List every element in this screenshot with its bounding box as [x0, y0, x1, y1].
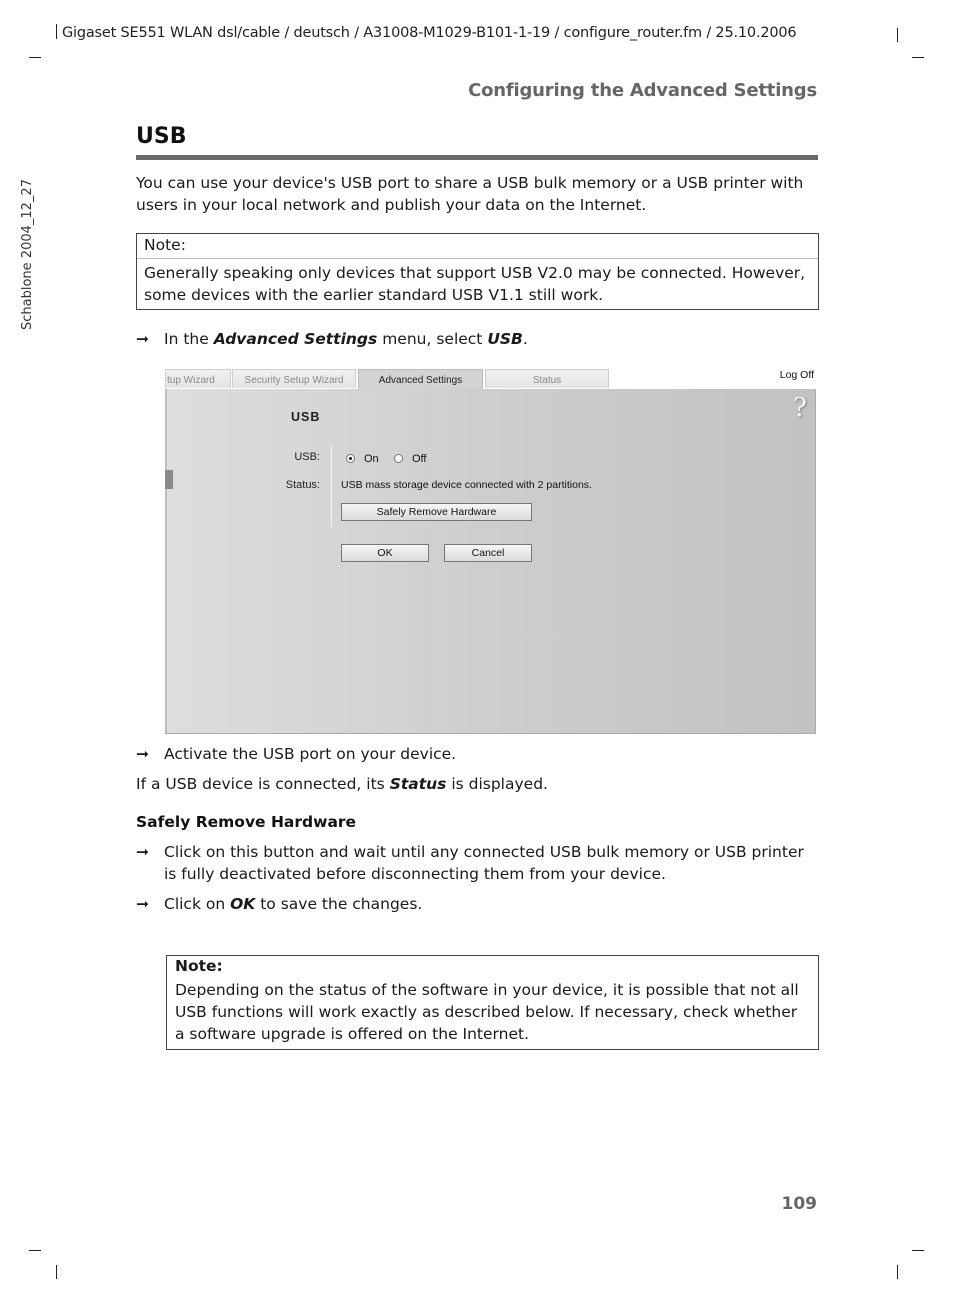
step-text-middle: menu, select: [377, 330, 488, 348]
safely-remove-hardware-button[interactable]: Safely Remove Hardware: [341, 503, 532, 521]
arrow-icon: ➞: [136, 843, 149, 861]
arrow-icon: ➞: [136, 895, 149, 913]
step-text: Click on OK to save the changes.: [164, 893, 818, 915]
intro-paragraph: You can use your device's USB port to sh…: [136, 174, 804, 214]
form-divider: [331, 445, 332, 527]
note-box-software: Note: Depending on the status of the sof…: [166, 955, 819, 1050]
subheading-safely-remove: Safely Remove Hardware: [136, 813, 357, 831]
running-header: Gigaset SE551 WLAN dsl/cable / deutsch /…: [56, 24, 797, 41]
status-label: Status:: [285, 479, 320, 491]
tab-bar: tup Wizard Security Setup Wizard Advance…: [165, 369, 816, 391]
note-text: Depending on the status of the software …: [175, 981, 799, 1043]
crop-mark: [897, 1265, 898, 1279]
tab-security-setup-wizard[interactable]: Security Setup Wizard: [232, 369, 356, 388]
title-rule: [136, 155, 818, 160]
log-off-link[interactable]: Log Off: [780, 369, 814, 381]
menu-scroll-handle[interactable]: [165, 470, 173, 489]
crop-mark: [29, 1250, 41, 1251]
tab-setup-wizard[interactable]: tup Wizard: [165, 369, 231, 388]
step-select-usb: ➞ In the Advanced Settings menu, select …: [136, 328, 818, 350]
status-emphasis: Status: [389, 775, 447, 793]
router-ui-screenshot: tup Wizard Security Setup Wizard Advance…: [165, 366, 816, 734]
step-click-ok: ➞ Click on OK to save the changes.: [136, 893, 818, 915]
step-text-suffix: to save the changes.: [255, 895, 423, 913]
step-text: Activate the USB port on your device.: [164, 745, 457, 763]
panel-left-edge: [165, 389, 167, 733]
usb-off-radio[interactable]: [394, 454, 403, 463]
page-title: USB: [136, 124, 187, 149]
menu-item-name: USB: [487, 330, 523, 348]
side-label: Schablone 2004_12_27: [20, 179, 35, 330]
step-text-prefix: In the: [164, 330, 214, 348]
usb-off-label[interactable]: Off: [412, 453, 426, 465]
step-text: Click on this button and wait until any …: [164, 843, 804, 883]
arrow-icon: ➞: [136, 330, 149, 348]
step-click-button: ➞ Click on this button and wait until an…: [136, 841, 818, 885]
step-text: In the Advanced Settings menu, select US…: [164, 328, 818, 350]
crop-mark: [897, 28, 898, 42]
step-activate-usb: ➞ Activate the USB port on your device.: [136, 743, 818, 765]
usb-label: USB:: [294, 451, 320, 463]
note-divider: [137, 258, 818, 259]
section-heading: Configuring the Advanced Settings: [468, 80, 817, 101]
settings-panel: ? USB USB: On Off Status: USB mass stora…: [165, 389, 816, 734]
arrow-icon: ➞: [136, 745, 149, 763]
header-bar: [56, 24, 57, 39]
usb-on-radio[interactable]: [346, 454, 355, 463]
step-text-prefix: Click on: [164, 895, 231, 913]
ok-button[interactable]: OK: [341, 544, 429, 562]
cancel-button[interactable]: Cancel: [444, 544, 532, 562]
tab-advanced-settings[interactable]: Advanced Settings: [358, 369, 483, 391]
crop-mark: [29, 57, 41, 58]
menu-name: Advanced Settings: [213, 330, 378, 348]
crop-mark: [912, 57, 924, 58]
note-label: Note:: [144, 236, 186, 254]
page-number: 109: [781, 1194, 818, 1214]
help-icon[interactable]: ?: [793, 393, 807, 423]
tab-status[interactable]: Status: [485, 369, 609, 388]
panel-title: USB: [291, 410, 321, 424]
note-box: Note: Generally speaking only devices th…: [136, 233, 819, 310]
status-text-prefix: If a USB device is connected, its: [136, 775, 390, 793]
running-header-text: Gigaset SE551 WLAN dsl/cable / deutsch /…: [62, 25, 797, 41]
crop-mark: [56, 1265, 57, 1279]
usb-on-label[interactable]: On: [364, 453, 379, 465]
status-value: USB mass storage device connected with 2…: [341, 479, 592, 491]
status-text-suffix: is displayed.: [446, 775, 548, 793]
status-paragraph: If a USB device is connected, its Status…: [136, 773, 818, 795]
crop-mark: [912, 1250, 924, 1251]
step-text-suffix: .: [522, 330, 528, 348]
note-label: Note:: [175, 957, 223, 975]
note-text: Generally speaking only devices that sup…: [144, 264, 806, 304]
ok-emphasis: OK: [230, 895, 256, 913]
